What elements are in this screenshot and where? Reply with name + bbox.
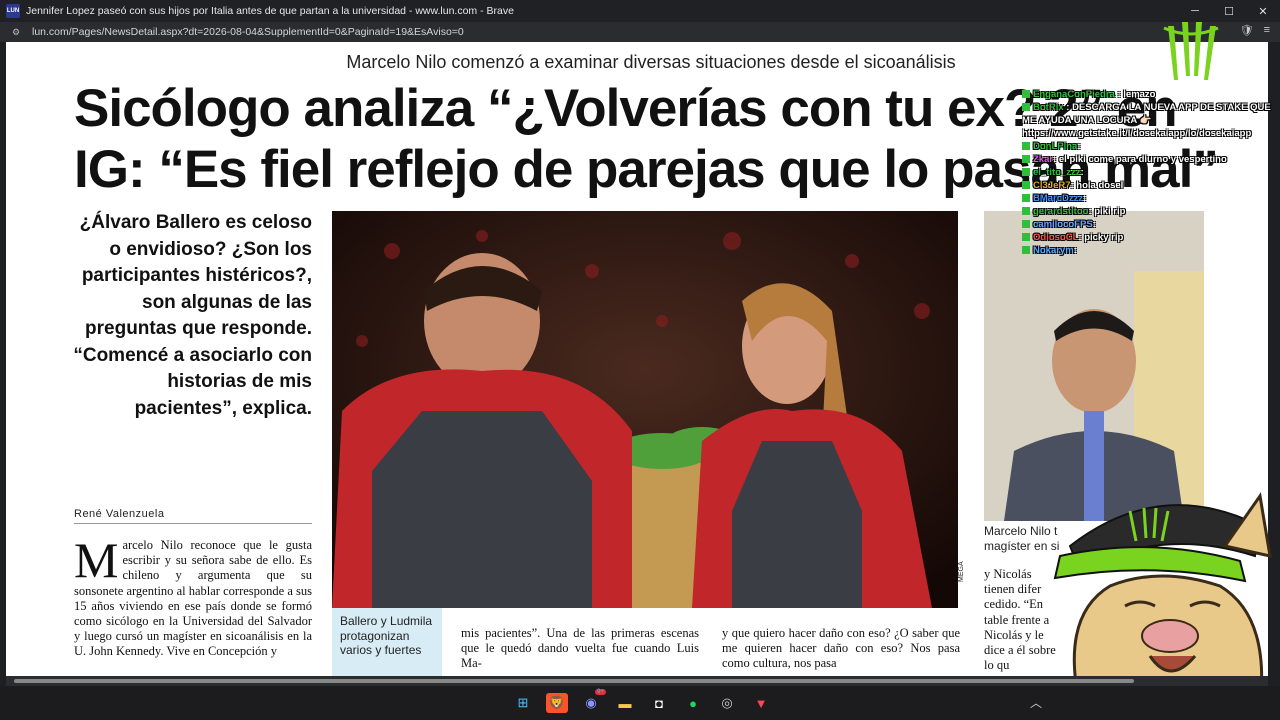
chat-message: DonLPina:: [1022, 140, 1272, 153]
address-bar[interactable]: ⚙ lun.com/Pages/NewsDetail.aspx?dt=2026-…: [0, 22, 1280, 42]
windows-start-icon[interactable]: ⊞: [512, 693, 534, 713]
inset-illustration: [984, 211, 1204, 521]
file-explorer-icon[interactable]: ▬: [614, 693, 636, 713]
close-button[interactable]: ✕: [1246, 0, 1280, 22]
chat-message: Zkar: el piki come para diurno y vespert…: [1022, 153, 1272, 166]
chat-message: BotRix : DESCARGA LA NUEVA APP DE STAKE …: [1022, 101, 1272, 140]
chat-text: :: [1073, 245, 1077, 256]
scrollbar-thumb[interactable]: [14, 679, 1134, 683]
chat-message: Cl3JeR7: hola dosel: [1022, 179, 1272, 192]
notification-badge: 9+: [595, 689, 606, 695]
article-body-col1: M arcelo Nilo reconoce que le gusta escr…: [74, 532, 312, 660]
article-body-col2: mis pacientes”. Una de las primeras esce…: [461, 626, 699, 671]
chat-message: camilocoFPS:: [1022, 218, 1272, 231]
chat-message: el_tito_zzz:: [1022, 166, 1272, 179]
chat-badge-icon: [1022, 207, 1030, 216]
chat-badge-icon: [1022, 246, 1030, 255]
chat-username: el_tito_zzz: [1033, 167, 1081, 178]
chat-username: Cl3JeR7: [1033, 180, 1071, 191]
chat-message: gerardstitoo: piki rip: [1022, 205, 1272, 218]
window-title: Jennifer Lopez paseó con sus hijos por I…: [26, 5, 514, 17]
article-kicker: Marcelo Nilo comenzó a examinar diversas…: [346, 52, 956, 72]
chat-username: DonLPina: [1033, 141, 1078, 152]
chat-message: EnganaConPiedra : lemazo: [1022, 88, 1272, 101]
chat-username: EnganaConPiedra: [1033, 89, 1115, 100]
menu-icon[interactable]: ≡: [1264, 24, 1270, 37]
chat-username: BMarcDzzz: [1033, 193, 1084, 204]
chat-username: gerardstitoo: [1033, 206, 1089, 217]
article-body-col3: y que quiero hacer daño con eso? ¿O sabe…: [722, 626, 960, 671]
chat-text: :: [1077, 141, 1081, 152]
drop-cap: M: [74, 532, 119, 588]
site-favicon: LUN: [6, 4, 20, 18]
media-icon[interactable]: ◘: [648, 693, 670, 713]
chat-badge-icon: [1022, 103, 1030, 112]
chat-text: :: [1083, 193, 1087, 204]
horizontal-scrollbar[interactable]: [6, 676, 1268, 686]
chat-message: OdiosoCL: picky rip: [1022, 231, 1272, 244]
chevron-up-icon[interactable]: ︿: [1030, 694, 1042, 711]
url-text[interactable]: lun.com/Pages/NewsDetail.aspx?dt=2026-08…: [32, 26, 464, 38]
site-settings-icon[interactable]: ⚙: [12, 27, 24, 38]
article-lead: ¿Álvaro Ballero es celoso o envidioso? ¿…: [73, 212, 312, 419]
brave-shields-icon[interactable]: 🛡: [1240, 24, 1254, 37]
monster-logo-icon: [1163, 22, 1219, 80]
chat-text: : lemazo: [1117, 89, 1156, 100]
chat-badge-icon: [1022, 194, 1030, 203]
chat-badge-icon: [1022, 90, 1030, 99]
chat-username: BotRix: [1033, 102, 1064, 113]
article-byline: René Valenzuela: [74, 508, 312, 524]
chat-username: Nokarym: [1033, 245, 1074, 256]
chat-text: :: [1080, 167, 1084, 178]
chat-text: : el piki come para diurno y vespertino: [1053, 154, 1227, 165]
chat-message: Nokarym:: [1022, 244, 1272, 257]
browser-titlebar: LUN Jennifer Lopez paseó con sus hijos p…: [0, 0, 1280, 22]
chat-text: : piki rip: [1088, 206, 1126, 217]
chat-badge-icon: [1022, 155, 1030, 164]
stream-chat-overlay: EnganaConPiedra : lemazo BotRix : DESCAR…: [1022, 88, 1272, 257]
chat-badge-icon: [1022, 168, 1030, 177]
streamer-mascot-icon: [1053, 492, 1272, 706]
photo-credit: MEGA: [958, 561, 965, 582]
valorant-icon[interactable]: ▼: [750, 693, 772, 713]
photo-illustration: [332, 211, 958, 608]
chat-badge-icon: [1022, 220, 1030, 229]
article-photo: [332, 211, 958, 608]
spotify-icon[interactable]: ●: [682, 693, 704, 713]
chat-text: : hola dosel: [1070, 180, 1124, 191]
brave-browser-icon[interactable]: 🦁: [546, 693, 568, 713]
chat-text: :: [1092, 219, 1096, 230]
chat-username: camilocoFPS: [1033, 219, 1093, 230]
chat-badge-icon: [1022, 181, 1030, 190]
chat-text: : picky rip: [1078, 232, 1124, 243]
discord-icon[interactable]: ◉ 9+: [580, 689, 606, 713]
chat-badge-icon: [1022, 233, 1030, 242]
photo-caption: Ballero y Ludmila protagonizan varios y …: [332, 608, 442, 676]
chat-message: BMarcDzzz:: [1022, 192, 1272, 205]
chrome-icon[interactable]: ◎: [716, 693, 738, 713]
chat-badge-icon: [1022, 142, 1030, 151]
chat-username: Zkar: [1033, 154, 1054, 165]
chat-username: OdiosoCL: [1033, 232, 1079, 243]
windows-taskbar: ⊞ 🦁 ◉ 9+ ▬ ◘ ● ◎ ▼ ︿: [0, 686, 1280, 720]
instagram-inset-photo: [984, 211, 1204, 521]
